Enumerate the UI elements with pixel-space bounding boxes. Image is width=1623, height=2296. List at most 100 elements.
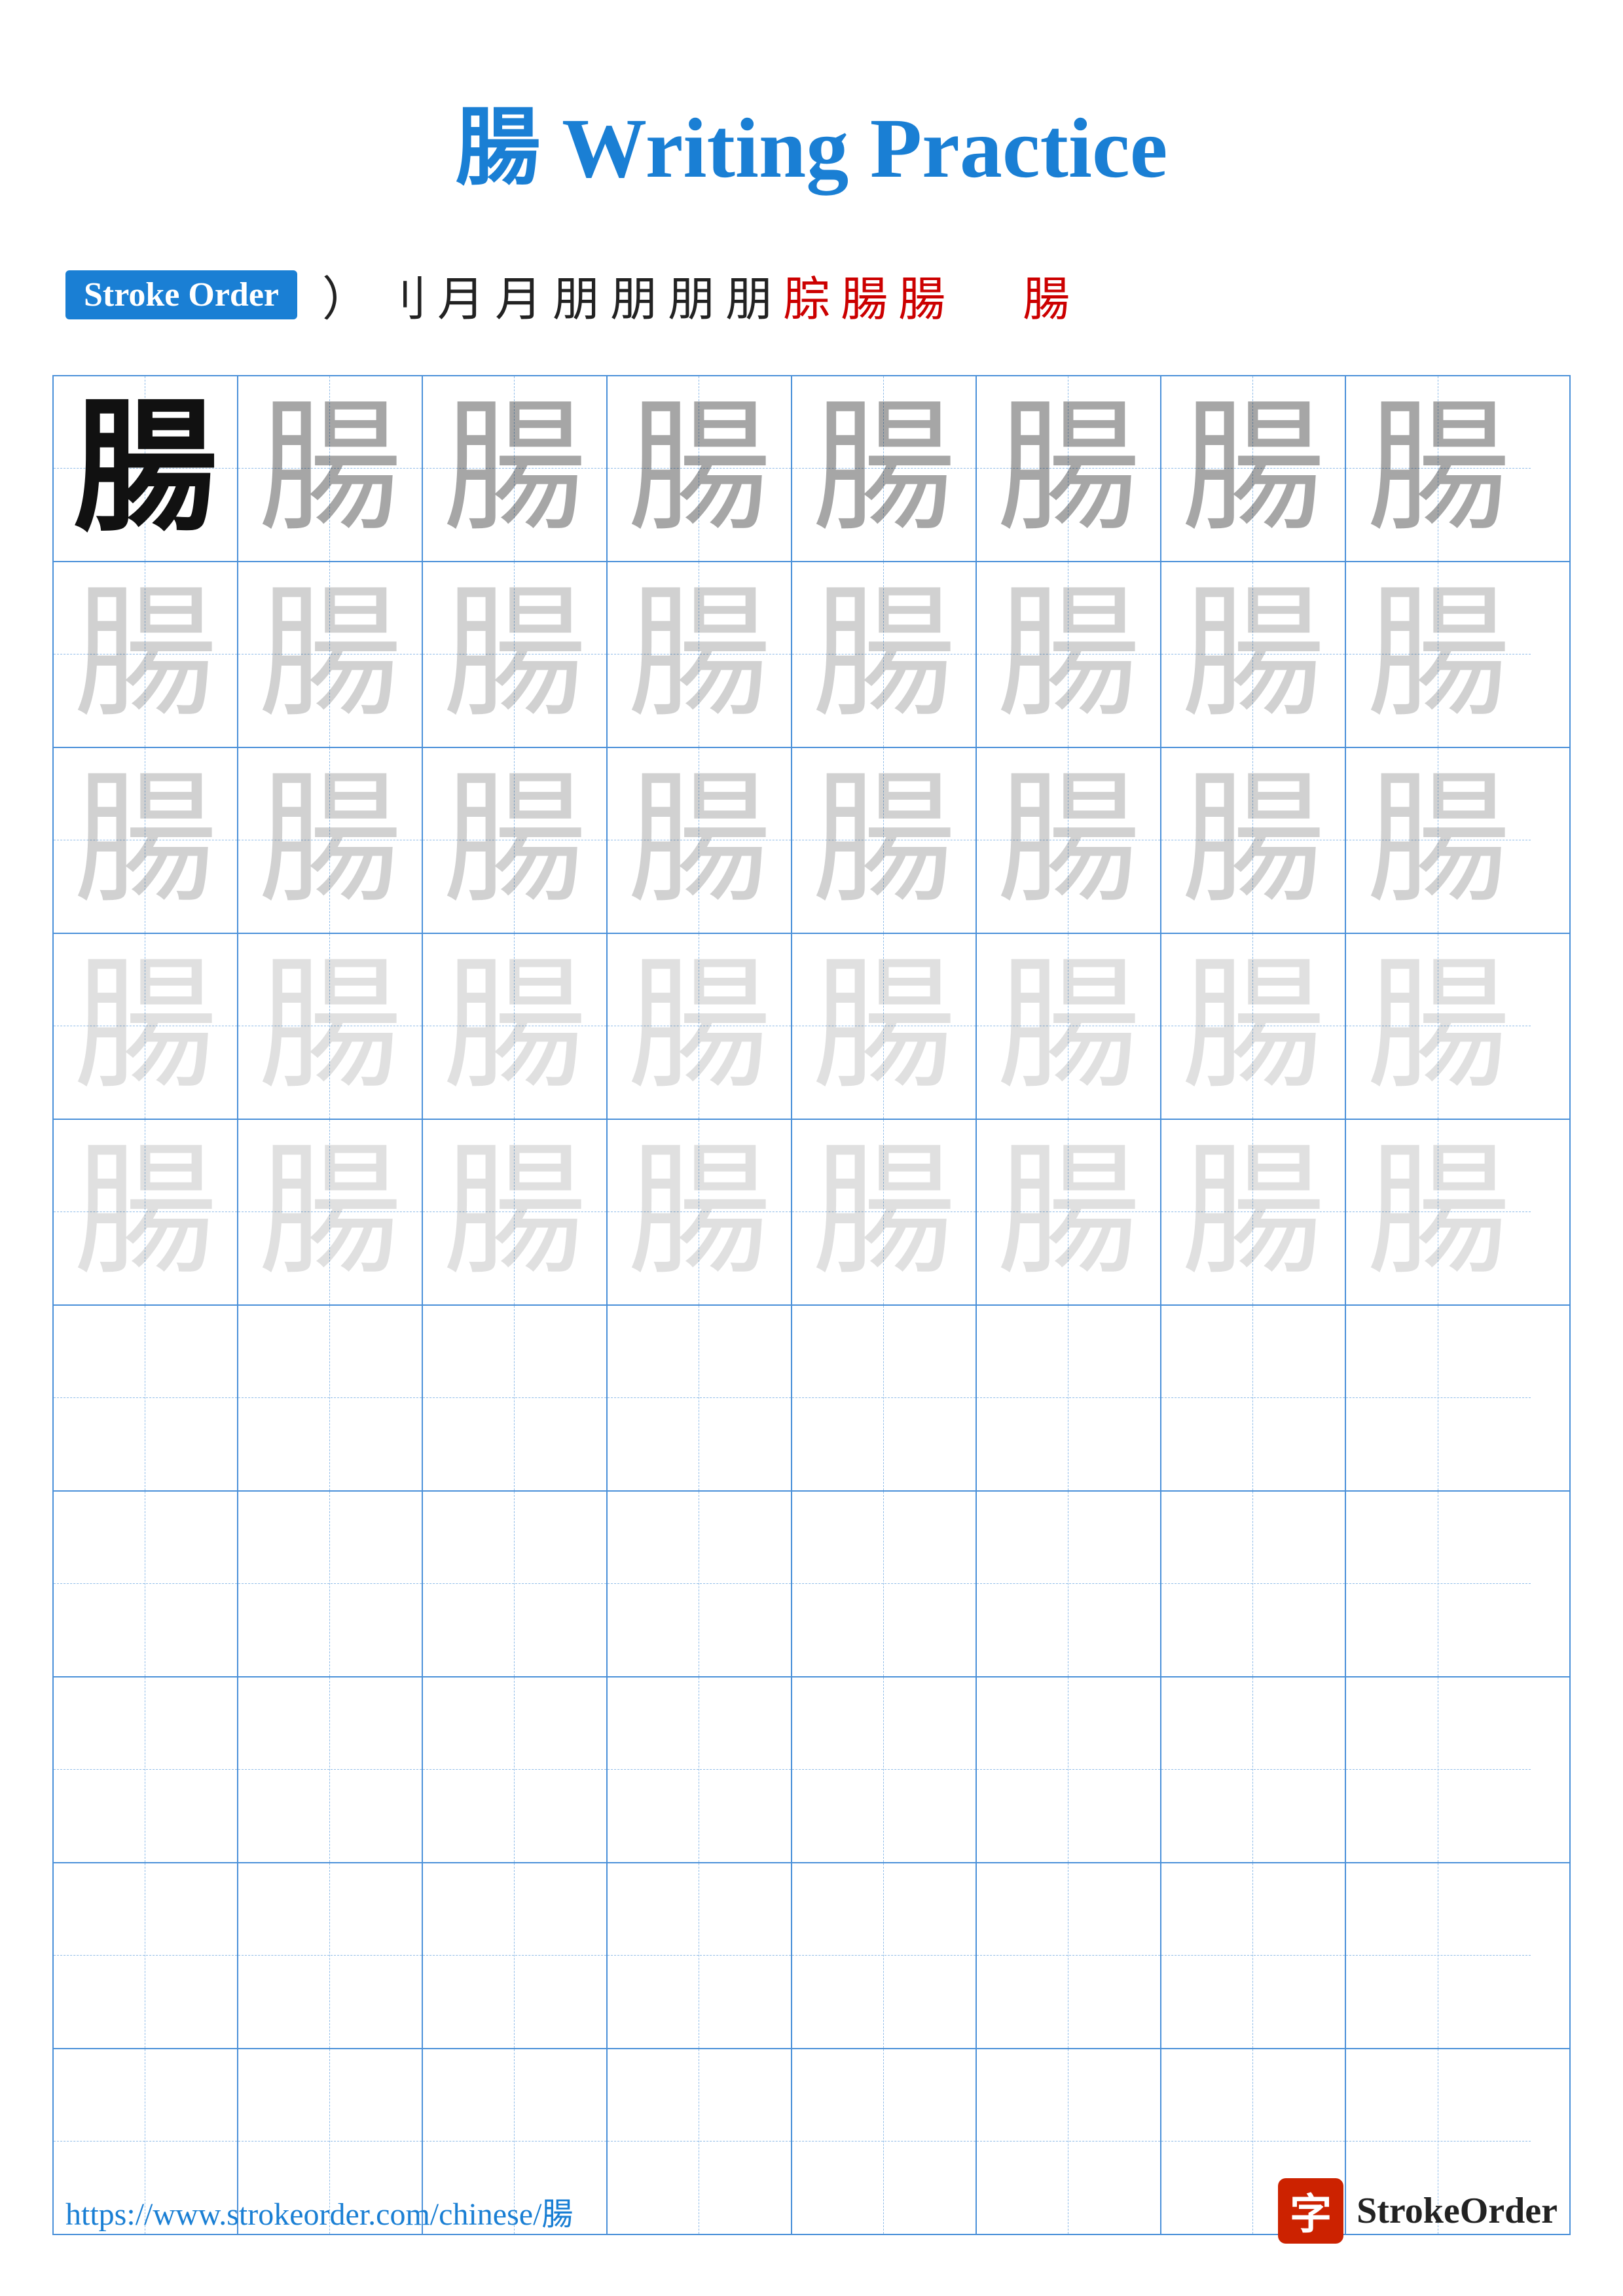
grid-cell-2-2[interactable]: 腸 bbox=[238, 562, 423, 747]
grid-cell-9-7[interactable] bbox=[1161, 1863, 1346, 2048]
grid-cell-3-7[interactable]: 腸 bbox=[1161, 748, 1346, 933]
grid-cell-1-5[interactable]: 腸 bbox=[792, 376, 977, 561]
practice-char: 腸 bbox=[996, 583, 1140, 726]
practice-char: 腸 bbox=[443, 583, 587, 726]
grid-row-1: 腸 腸 腸 腸 腸 腸 腸 腸 bbox=[54, 376, 1569, 562]
grid-cell-2-3[interactable]: 腸 bbox=[423, 562, 608, 747]
grid-row-8 bbox=[54, 1677, 1569, 1863]
grid-cell-8-8[interactable] bbox=[1346, 1677, 1531, 1862]
grid-row-7 bbox=[54, 1492, 1569, 1677]
grid-cell-5-6[interactable]: 腸 bbox=[977, 1120, 1161, 1304]
grid-cell-2-1[interactable]: 腸 bbox=[54, 562, 238, 747]
grid-cell-5-5[interactable]: 腸 bbox=[792, 1120, 977, 1304]
grid-cell-5-7[interactable]: 腸 bbox=[1161, 1120, 1346, 1304]
practice-char: 腸 bbox=[443, 397, 587, 541]
grid-cell-9-4[interactable] bbox=[608, 1863, 792, 2048]
grid-cell-1-3[interactable]: 腸 bbox=[423, 376, 608, 561]
grid-row-5: 腸 腸 腸 腸 腸 腸 腸 腸 bbox=[54, 1120, 1569, 1306]
practice-char: 腸 bbox=[627, 1140, 771, 1284]
grid-cell-5-3[interactable]: 腸 bbox=[423, 1120, 608, 1304]
grid-cell-7-5[interactable] bbox=[792, 1492, 977, 1676]
practice-char: 腸 bbox=[73, 954, 217, 1098]
stroke-11: 腸 bbox=[898, 260, 945, 329]
grid-cell-1-6[interactable]: 腸 bbox=[977, 376, 1161, 561]
grid-cell-3-3[interactable]: 腸 bbox=[423, 748, 608, 933]
grid-cell-7-8[interactable] bbox=[1346, 1492, 1531, 1676]
grid-cell-5-8[interactable]: 腸 bbox=[1346, 1120, 1531, 1304]
grid-cell-3-8[interactable]: 腸 bbox=[1346, 748, 1531, 933]
grid-cell-6-5[interactable] bbox=[792, 1306, 977, 1490]
footer-brand: 字 StrokeOrder bbox=[1278, 2178, 1558, 2244]
practice-char: 腸 bbox=[258, 768, 402, 912]
grid-cell-7-7[interactable] bbox=[1161, 1492, 1346, 1676]
grid-cell-4-2[interactable]: 腸 bbox=[238, 934, 423, 1119]
grid-cell-2-5[interactable]: 腸 bbox=[792, 562, 977, 747]
stroke-2: 刂 bbox=[380, 260, 427, 329]
practice-char: 腸 bbox=[996, 1140, 1140, 1284]
grid-cell-6-3[interactable] bbox=[423, 1306, 608, 1490]
grid-cell-9-6[interactable] bbox=[977, 1863, 1161, 2048]
practice-char: 腸 bbox=[443, 954, 587, 1098]
grid-cell-4-8[interactable]: 腸 bbox=[1346, 934, 1531, 1119]
grid-cell-6-1[interactable] bbox=[54, 1306, 238, 1490]
brand-icon: 字 bbox=[1278, 2178, 1343, 2244]
grid-cell-5-1[interactable]: 腸 bbox=[54, 1120, 238, 1304]
grid-cell-8-1[interactable] bbox=[54, 1677, 238, 1862]
grid-cell-7-1[interactable] bbox=[54, 1492, 238, 1676]
practice-char: 腸 bbox=[443, 768, 587, 912]
grid-cell-8-5[interactable] bbox=[792, 1677, 977, 1862]
practice-char: 腸 bbox=[996, 397, 1140, 541]
grid-cell-9-8[interactable] bbox=[1346, 1863, 1531, 2048]
grid-cell-3-4[interactable]: 腸 bbox=[608, 748, 792, 933]
grid-cell-4-3[interactable]: 腸 bbox=[423, 934, 608, 1119]
grid-cell-8-4[interactable] bbox=[608, 1677, 792, 1862]
footer: https://www.strokeorder.com/chinese/腸 字 … bbox=[0, 2178, 1623, 2244]
grid-cell-9-5[interactable] bbox=[792, 1863, 977, 2048]
grid-cell-4-1[interactable]: 腸 bbox=[54, 934, 238, 1119]
grid-cell-2-6[interactable]: 腸 bbox=[977, 562, 1161, 747]
practice-char: 腸 bbox=[627, 768, 771, 912]
grid-cell-2-7[interactable]: 腸 bbox=[1161, 562, 1346, 747]
grid-cell-5-4[interactable]: 腸 bbox=[608, 1120, 792, 1304]
grid-cell-3-1[interactable]: 腸 bbox=[54, 748, 238, 933]
brand-name: StrokeOrder bbox=[1357, 2190, 1558, 2232]
grid-cell-6-8[interactable] bbox=[1346, 1306, 1531, 1490]
practice-char: 腸 bbox=[1366, 954, 1510, 1098]
practice-grid: 腸 腸 腸 腸 腸 腸 腸 腸 腸 腸 腸 bbox=[52, 375, 1571, 2235]
grid-cell-4-4[interactable]: 腸 bbox=[608, 934, 792, 1119]
grid-cell-2-4[interactable]: 腸 bbox=[608, 562, 792, 747]
grid-cell-6-4[interactable] bbox=[608, 1306, 792, 1490]
grid-cell-2-8[interactable]: 腸 bbox=[1346, 562, 1531, 747]
grid-cell-1-1[interactable]: 腸 bbox=[54, 376, 238, 561]
grid-cell-6-2[interactable] bbox=[238, 1306, 423, 1490]
grid-cell-8-7[interactable] bbox=[1161, 1677, 1346, 1862]
practice-char: 腸 bbox=[73, 583, 217, 726]
grid-cell-7-4[interactable] bbox=[608, 1492, 792, 1676]
practice-char: 腸 bbox=[1181, 583, 1325, 726]
grid-cell-6-7[interactable] bbox=[1161, 1306, 1346, 1490]
grid-cell-3-6[interactable]: 腸 bbox=[977, 748, 1161, 933]
footer-url[interactable]: https://www.strokeorder.com/chinese/腸 bbox=[65, 2188, 573, 2234]
grid-cell-8-3[interactable] bbox=[423, 1677, 608, 1862]
grid-cell-4-6[interactable]: 腸 bbox=[977, 934, 1161, 1119]
grid-cell-1-2[interactable]: 腸 bbox=[238, 376, 423, 561]
grid-cell-4-7[interactable]: 腸 bbox=[1161, 934, 1346, 1119]
grid-cell-7-6[interactable] bbox=[977, 1492, 1161, 1676]
grid-cell-5-2[interactable]: 腸 bbox=[238, 1120, 423, 1304]
grid-cell-1-4[interactable]: 腸 bbox=[608, 376, 792, 561]
grid-cell-8-6[interactable] bbox=[977, 1677, 1161, 1862]
grid-cell-9-2[interactable] bbox=[238, 1863, 423, 2048]
grid-cell-3-5[interactable]: 腸 bbox=[792, 748, 977, 933]
grid-cell-7-2[interactable] bbox=[238, 1492, 423, 1676]
stroke-5: 朋 bbox=[553, 260, 600, 329]
grid-cell-3-2[interactable]: 腸 bbox=[238, 748, 423, 933]
grid-cell-1-8[interactable]: 腸 bbox=[1346, 376, 1531, 561]
grid-cell-4-5[interactable]: 腸 bbox=[792, 934, 977, 1119]
stroke-10: 腸 bbox=[841, 260, 888, 329]
grid-cell-9-3[interactable] bbox=[423, 1863, 608, 2048]
grid-cell-1-7[interactable]: 腸 bbox=[1161, 376, 1346, 561]
grid-cell-9-1[interactable] bbox=[54, 1863, 238, 2048]
grid-cell-7-3[interactable] bbox=[423, 1492, 608, 1676]
grid-cell-8-2[interactable] bbox=[238, 1677, 423, 1862]
grid-cell-6-6[interactable] bbox=[977, 1306, 1161, 1490]
